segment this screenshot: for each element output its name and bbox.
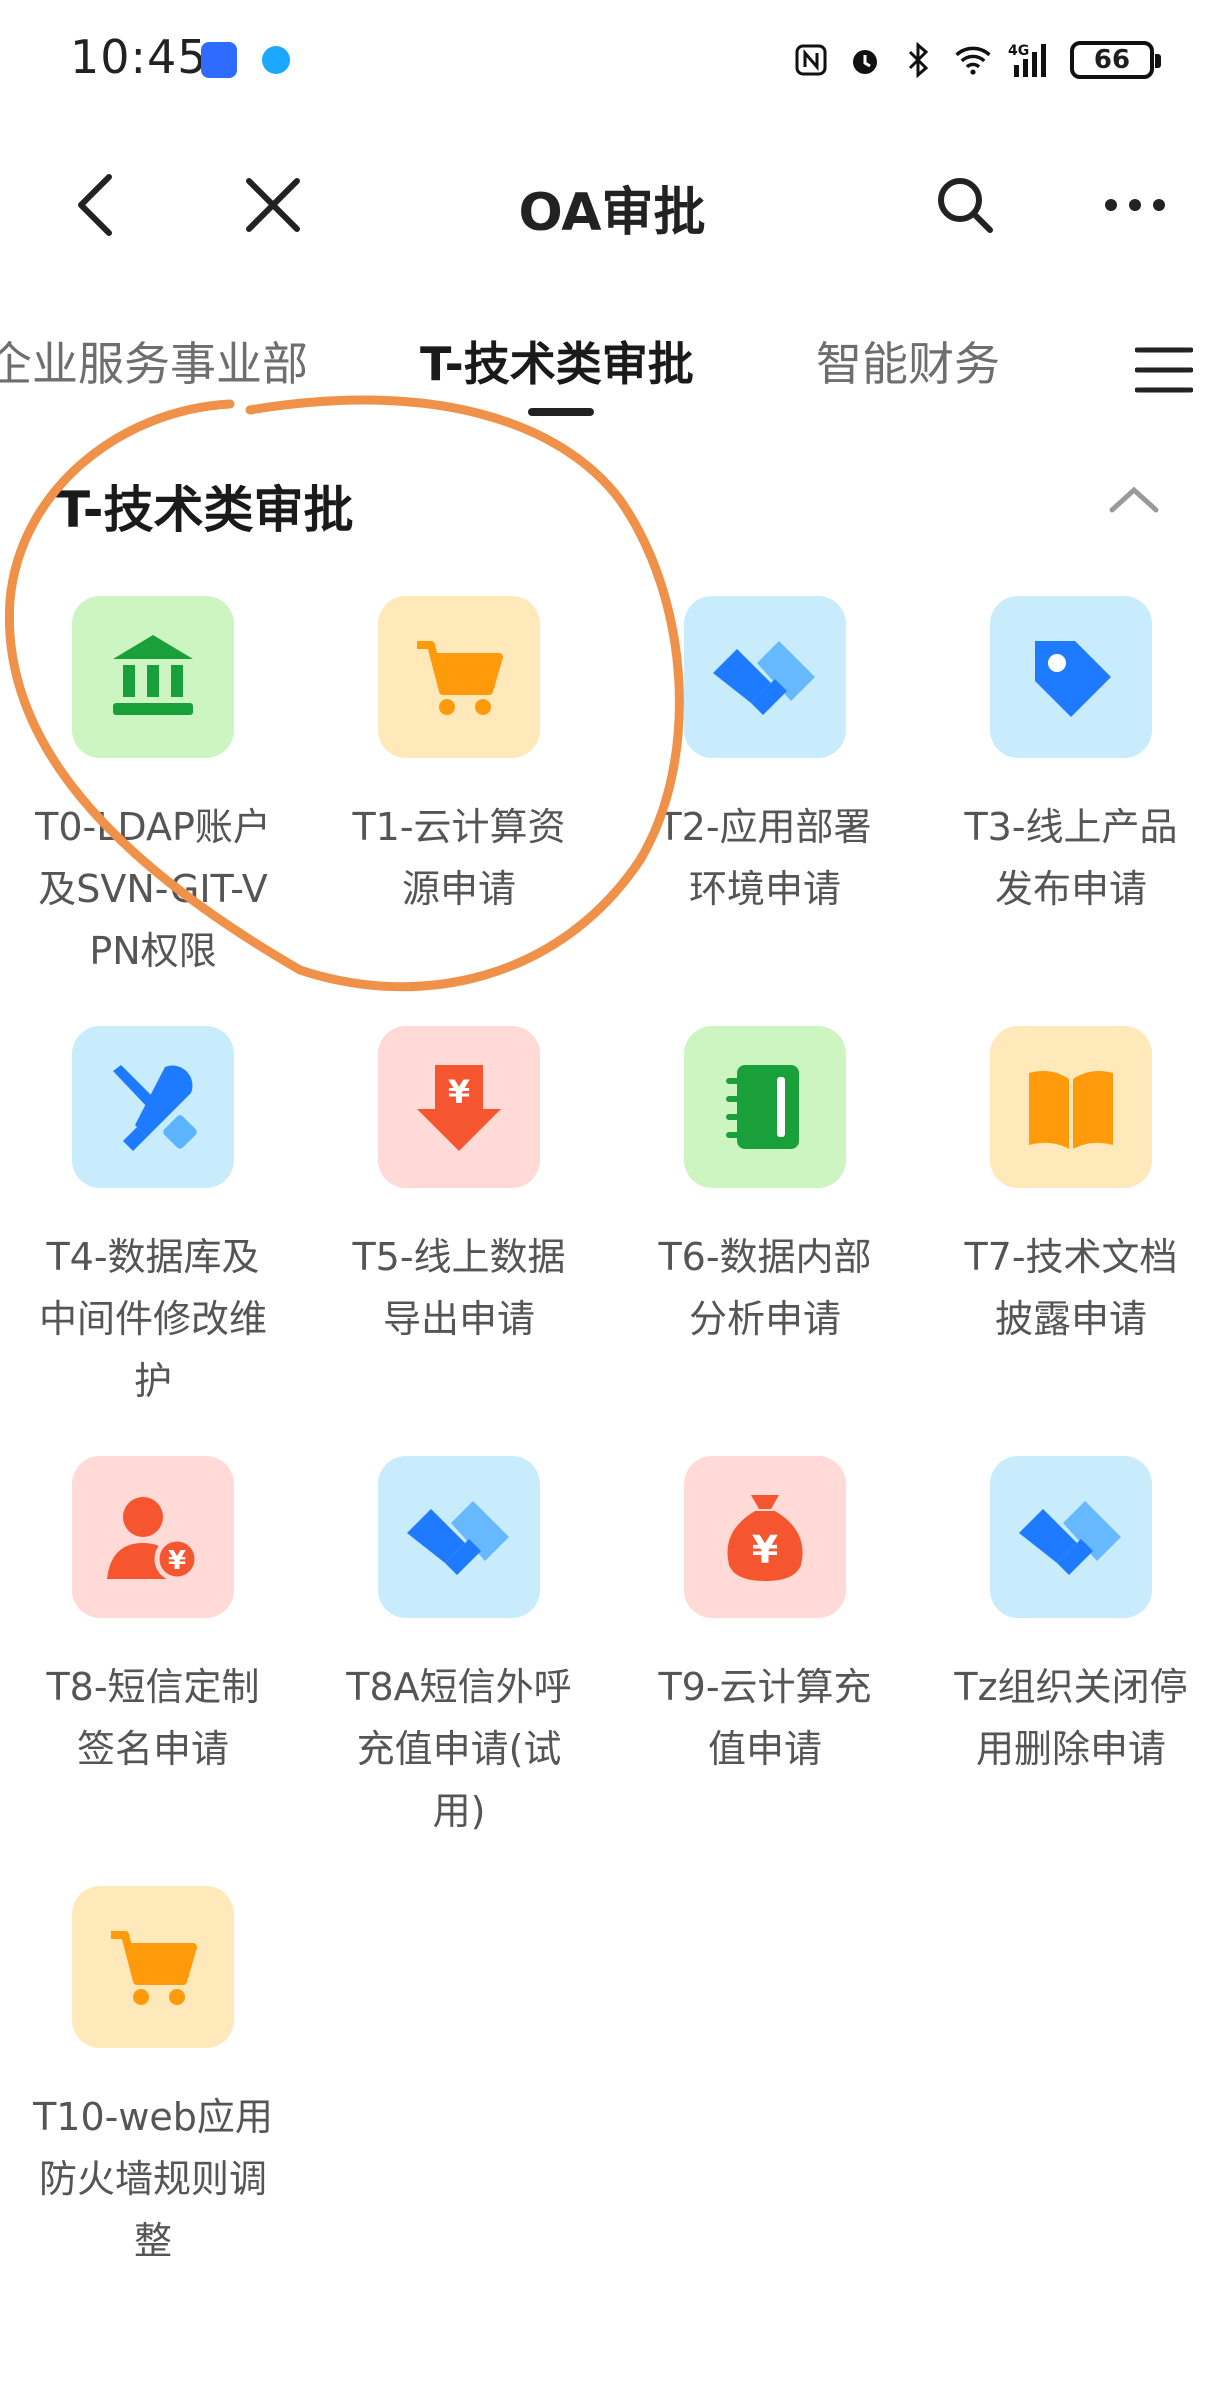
cart-icon <box>72 1886 234 2048</box>
notebook-icon <box>684 1026 846 1188</box>
browser-notification-icon <box>262 46 290 74</box>
book-icon <box>990 1026 1152 1188</box>
collapse-button[interactable] <box>1104 480 1164 520</box>
approval-item-t7[interactable]: T7-技术文档披露申请 <box>918 1026 1224 1350</box>
status-icons: 4G 66 <box>792 36 1161 84</box>
approval-item-t4[interactable]: T4-数据库及中间件修改维护 <box>0 1026 306 1412</box>
alarm-icon <box>846 41 884 79</box>
section-title: T-技术类审批 <box>56 481 354 539</box>
item-label: T7-技术文档披露申请 <box>964 1235 1178 1341</box>
yuan-download-icon: ¥ <box>378 1026 540 1188</box>
tab-tech-approval[interactable]: T-技术类审批 <box>420 328 694 394</box>
search-button[interactable] <box>930 170 1000 240</box>
item-label: T10-web应用防火墙规则调整 <box>33 2095 273 2263</box>
item-label: T0-LDAP账户及SVN-GIT-VPN权限 <box>35 805 271 973</box>
approval-item-tz[interactable]: Tz组织关闭停用删除申请 <box>918 1456 1224 1780</box>
nfc-icon <box>792 41 830 79</box>
handshake-icon <box>378 1456 540 1618</box>
item-label: T8-短信定制签名申请 <box>46 1665 260 1771</box>
nav-bar: OA审批 <box>0 150 1224 260</box>
handshake-icon <box>990 1456 1152 1618</box>
tab-active-indicator <box>528 408 594 416</box>
approval-item-t1[interactable]: T1-云计算资源申请 <box>306 596 612 920</box>
hamburger-menu-icon <box>1135 347 1193 393</box>
search-icon <box>938 178 993 233</box>
app-notification-icon <box>201 42 237 78</box>
tab-menu-button[interactable] <box>1104 320 1224 420</box>
item-label: T3-线上产品发布申请 <box>964 805 1178 911</box>
approval-item-t3[interactable]: T3-线上产品发布申请 <box>918 596 1224 920</box>
bluetooth-icon <box>900 41 938 79</box>
svg-text:¥: ¥ <box>752 1528 778 1572</box>
approval-item-t5[interactable]: ¥ T5-线上数据导出申请 <box>306 1026 612 1350</box>
signal-icon: 4G <box>1008 41 1054 79</box>
item-label: Tz组织关闭停用删除申请 <box>954 1665 1188 1771</box>
approval-item-t2[interactable]: T2-应用部署环境申请 <box>612 596 918 920</box>
money-bag-icon: ¥ <box>684 1456 846 1618</box>
approval-item-t8a[interactable]: T8A短信外呼充值申请(试用) <box>306 1456 612 1842</box>
approval-item-t6[interactable]: T6-数据内部分析申请 <box>612 1026 918 1350</box>
item-label: T1-云计算资源申请 <box>352 805 566 911</box>
item-label: T2-应用部署环境申请 <box>658 805 872 911</box>
user-yuan-icon: ¥ <box>72 1456 234 1618</box>
item-label: T5-线上数据导出申请 <box>352 1235 566 1341</box>
tab-smart-finance[interactable]: 智能财务 <box>816 328 1000 394</box>
svg-text:¥: ¥ <box>448 1073 470 1111</box>
chevron-up-icon <box>1109 486 1159 513</box>
battery-indicator: 66 <box>1070 41 1161 79</box>
handshake-icon <box>684 596 846 758</box>
approval-item-t0[interactable]: T0-LDAP账户及SVN-GIT-VPN权限 <box>0 596 306 982</box>
item-label: T8A短信外呼充值申请(试用) <box>346 1665 572 1833</box>
cart-icon <box>378 596 540 758</box>
item-label: T4-数据库及中间件修改维护 <box>38 1235 267 1403</box>
approval-item-t9[interactable]: ¥ T9-云计算充值申请 <box>612 1456 918 1780</box>
wifi-icon <box>954 41 992 79</box>
page-title: OA审批 <box>518 183 706 243</box>
svg-text:4G: 4G <box>1008 43 1029 59</box>
item-label: T9-云计算充值申请 <box>658 1665 872 1771</box>
item-label: T6-数据内部分析申请 <box>658 1235 872 1341</box>
svg-text:¥: ¥ <box>168 1546 186 1576</box>
tab-enterprise-service[interactable]: 企业服务事业部 <box>0 328 308 394</box>
status-time: 10:45 <box>70 30 208 84</box>
more-dots-icon <box>1105 199 1165 211</box>
status-bar: 10:45 4G 66 <box>0 0 1224 120</box>
tools-icon <box>72 1026 234 1188</box>
bank-icon <box>72 596 234 758</box>
approval-item-t10[interactable]: T10-web应用防火墙规则调整 <box>0 1886 306 2272</box>
category-tabs: 企业服务事业部 T-技术类审批 智能财务 <box>0 300 1224 430</box>
more-button[interactable] <box>1100 170 1170 240</box>
tag-icon <box>990 596 1152 758</box>
approval-item-t8[interactable]: ¥ T8-短信定制签名申请 <box>0 1456 306 1780</box>
